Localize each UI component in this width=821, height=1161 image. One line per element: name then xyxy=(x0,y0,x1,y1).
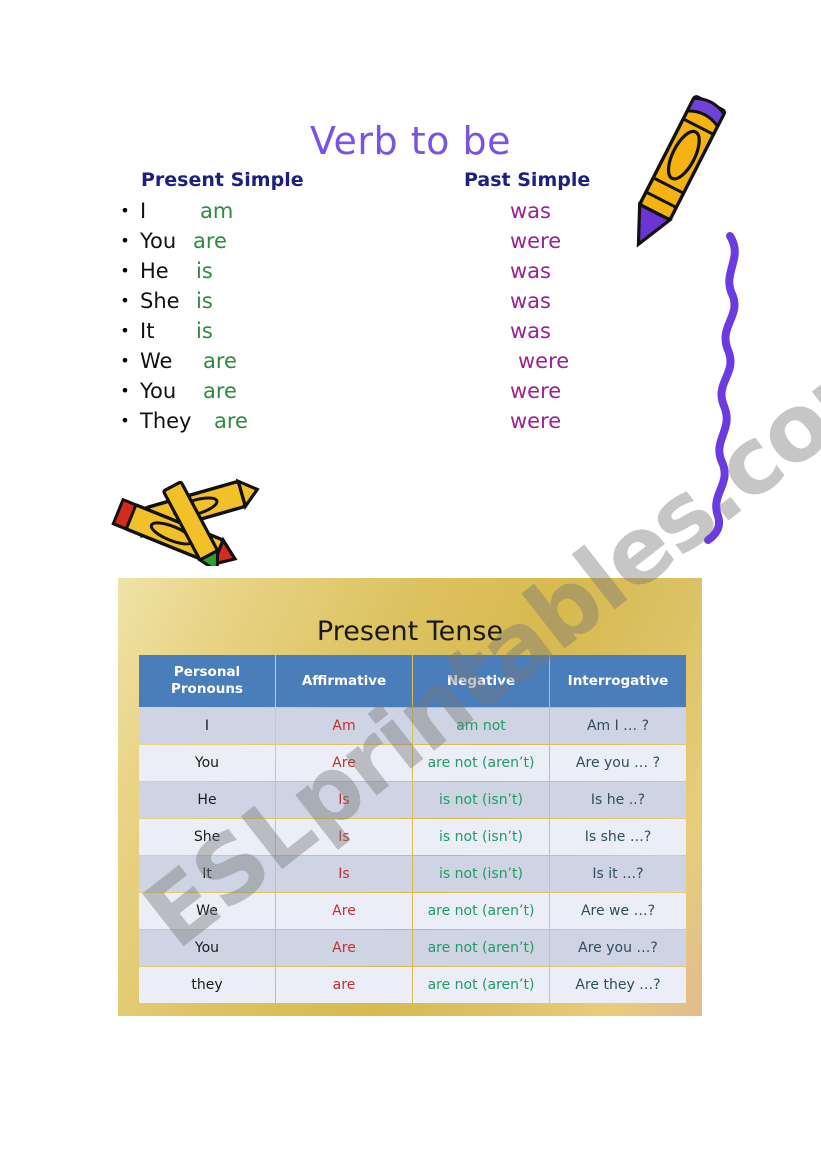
pronoun: They xyxy=(140,409,192,433)
pronoun: It xyxy=(140,319,155,343)
cell-interrogative: Is it …? xyxy=(550,856,686,892)
present-form: is xyxy=(196,259,213,283)
present-form: is xyxy=(196,319,213,343)
column-header-negative: Negative xyxy=(413,655,549,707)
header-line-2: Pronouns xyxy=(171,681,243,697)
pronoun: He xyxy=(140,259,169,283)
list-item: • We are were xyxy=(118,346,678,376)
table-row: She Is is not (isn’t) Is she …? xyxy=(139,819,686,855)
cell-negative: am not xyxy=(413,708,549,744)
table-row: they are are not (aren’t) Are they …? xyxy=(139,967,686,1003)
present-tense-panel: Present Tense Personal Pronouns Affirmat… xyxy=(118,578,702,1016)
list-item: • You are were xyxy=(118,376,678,406)
pronoun: You xyxy=(140,379,177,403)
pronoun: She xyxy=(140,289,180,313)
cell-negative: are not (aren’t) xyxy=(413,930,549,966)
bullet-icon: • xyxy=(120,351,130,370)
cell-affirmative: Is xyxy=(276,856,412,892)
header-line-1: Personal xyxy=(173,664,241,681)
cell-interrogative: Am I … ? xyxy=(550,708,686,744)
present-form: are xyxy=(203,349,237,373)
cell-affirmative: Am xyxy=(276,708,412,744)
pronoun: You xyxy=(140,229,177,253)
bullet-icon: • xyxy=(120,261,130,280)
conjugation-list: • I am was • You are were • He is was • … xyxy=(118,196,678,436)
bullet-icon: • xyxy=(120,291,130,310)
crayons-icon xyxy=(111,478,260,566)
pronoun: We xyxy=(140,349,173,373)
cell-negative: are not (aren’t) xyxy=(413,745,549,781)
cell-affirmative: Are xyxy=(276,893,412,929)
table-row: You Are are not (aren’t) Are you …? xyxy=(139,930,686,966)
list-item: • He is was xyxy=(118,256,678,286)
list-item: • It is was xyxy=(118,316,678,346)
cell-pronoun: We xyxy=(139,893,275,929)
column-header-personal-pronouns: Personal Pronouns xyxy=(139,655,275,707)
present-tense-table: Personal Pronouns Affirmative Negative I… xyxy=(138,654,687,1004)
cell-interrogative: Are we …? xyxy=(550,893,686,929)
cell-interrogative: Are you … ? xyxy=(550,745,686,781)
present-form: are xyxy=(203,379,237,403)
cell-interrogative: Is she …? xyxy=(550,819,686,855)
cell-pronoun: You xyxy=(139,745,275,781)
cell-interrogative: Are you …? xyxy=(550,930,686,966)
cell-negative: is not (isn’t) xyxy=(413,782,549,818)
cell-pronoun: You xyxy=(139,930,275,966)
column-header-interrogative: Interrogative xyxy=(550,655,686,707)
table-row: He Is is not (isn’t) Is he ..? xyxy=(139,782,686,818)
cell-pronoun: they xyxy=(139,967,275,1003)
cell-affirmative: Is xyxy=(276,782,412,818)
cell-negative: are not (aren’t) xyxy=(413,893,549,929)
bullet-icon: • xyxy=(120,201,130,220)
list-item: • I am was xyxy=(118,196,678,226)
past-form: were xyxy=(518,349,570,373)
past-form: were xyxy=(510,409,562,433)
present-form: is xyxy=(196,289,213,313)
present-form: are xyxy=(214,409,248,433)
past-form: were xyxy=(510,229,562,253)
cell-negative: is not (isn’t) xyxy=(413,856,549,892)
bullet-icon: • xyxy=(120,381,130,400)
pronoun: I xyxy=(140,199,147,223)
cell-interrogative: Are they …? xyxy=(550,967,686,1003)
table-row: We Are are not (aren’t) Are we …? xyxy=(139,893,686,929)
cell-pronoun: It xyxy=(139,856,275,892)
cell-affirmative: Are xyxy=(276,930,412,966)
list-item: • You are were xyxy=(118,226,678,256)
cell-pronoun: I xyxy=(139,708,275,744)
table-row: I Am am not Am I … ? xyxy=(139,708,686,744)
cell-negative: are not (aren’t) xyxy=(413,967,549,1003)
past-form: was xyxy=(510,289,551,313)
table-row: You Are are not (aren’t) Are you … ? xyxy=(139,745,686,781)
cell-pronoun: He xyxy=(139,782,275,818)
past-form: was xyxy=(510,199,551,223)
cell-affirmative: Is xyxy=(276,819,412,855)
cell-affirmative: are xyxy=(276,967,412,1003)
cell-interrogative: Is he ..? xyxy=(550,782,686,818)
bullet-icon: • xyxy=(120,321,130,340)
squiggle-line-icon xyxy=(704,232,739,544)
heading-past-simple: Past Simple xyxy=(464,169,591,191)
cell-pronoun: She xyxy=(139,819,275,855)
past-form: was xyxy=(510,319,551,343)
present-form: am xyxy=(200,199,234,223)
cell-negative: is not (isn’t) xyxy=(413,819,549,855)
past-form: were xyxy=(510,379,562,403)
cell-affirmative: Are xyxy=(276,745,412,781)
past-form: was xyxy=(510,259,551,283)
present-form: are xyxy=(193,229,227,253)
list-item: • She is was xyxy=(118,286,678,316)
bullet-icon: • xyxy=(120,231,130,250)
panel-title: Present Tense xyxy=(316,616,504,647)
bullet-icon: • xyxy=(120,411,130,430)
column-header-affirmative: Affirmative xyxy=(276,655,412,707)
list-item: • They are were xyxy=(118,406,678,436)
heading-present-simple: Present Simple xyxy=(141,169,304,191)
table-header-row: Personal Pronouns Affirmative Negative I… xyxy=(139,655,686,707)
table-row: It Is is not (isn’t) Is it …? xyxy=(139,856,686,892)
